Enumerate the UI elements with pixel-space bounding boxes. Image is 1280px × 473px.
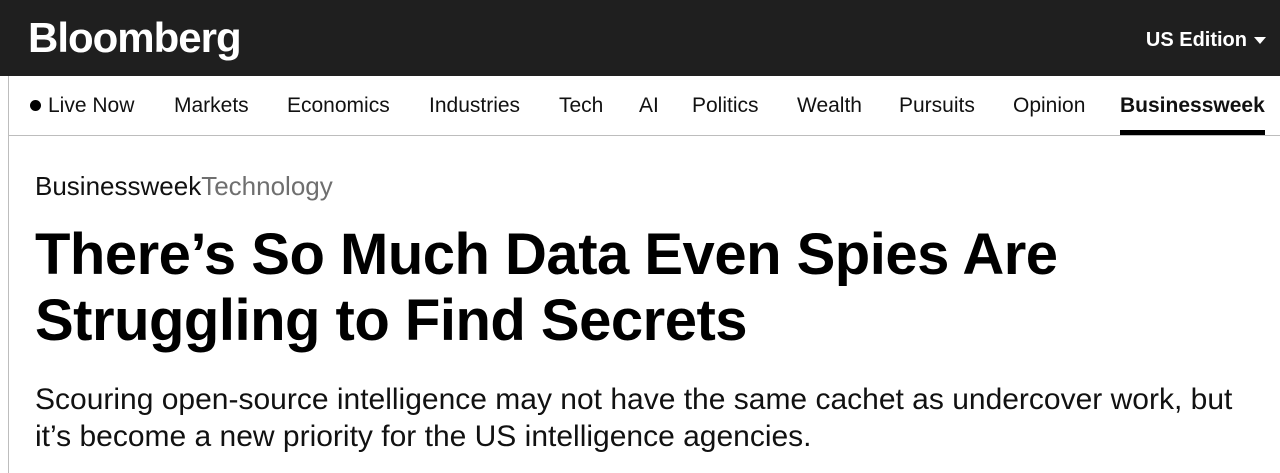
edition-label: US Edition [1145,29,1247,51]
nav-item-pursuits[interactable]: Pursuits [899,76,975,135]
nav-item-label: Live Now [48,94,135,117]
kicker-topic-link[interactable]: Technology [201,171,333,201]
nav-item-wealth[interactable]: Wealth [797,76,862,135]
nav-item-politics[interactable]: Politics [692,76,759,135]
kicker-section-link[interactable]: Businessweek [35,171,201,201]
nav-item-live-now[interactable]: Live Now [30,76,134,135]
edition-selector[interactable]: US Edition [1146,26,1266,54]
bloomberg-logo[interactable]: Bloomberg [28,12,242,64]
caret-down-icon [1254,36,1266,44]
nav-item-economics[interactable]: Economics [287,76,390,135]
nav-item-opinion[interactable]: Opinion [1013,76,1085,135]
article-dek: Scouring open-source intelligence may no… [35,383,1233,453]
live-dot-icon [30,100,41,111]
content-left-border [8,136,9,473]
main-nav: Live Now Markets Economics Industries Te… [8,76,1280,136]
article-headline: There’s So Much Data Even Spies Are Stru… [35,222,1058,353]
nav-item-businessweek[interactable]: Businessweek [1120,76,1265,135]
top-bar: Bloomberg US Edition [0,0,1280,76]
nav-item-tech[interactable]: Tech [559,76,603,135]
nav-item-ai[interactable]: AI [639,76,659,135]
nav-item-industries[interactable]: Industries [429,76,520,135]
article-kicker: BusinessweekTechnology [35,170,333,202]
nav-item-markets[interactable]: Markets [174,76,249,135]
